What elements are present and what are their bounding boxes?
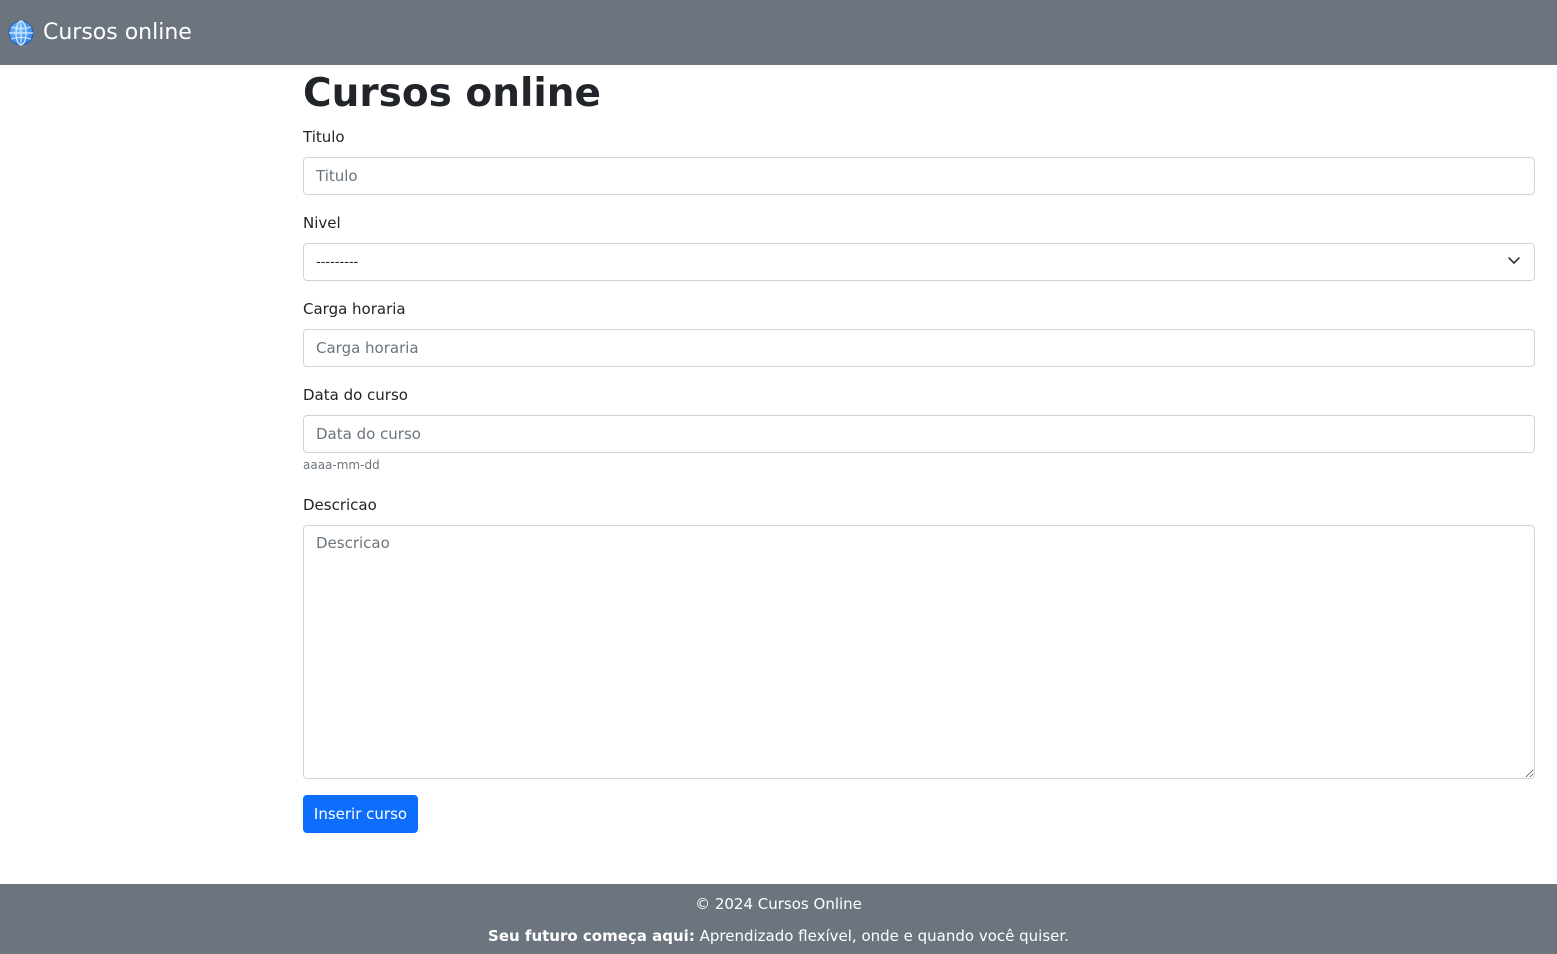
descricao-textarea[interactable] xyxy=(303,525,1535,779)
footer-copyright: © 2024 Cursos Online xyxy=(695,895,862,913)
footer: © 2024 Cursos Online Seu futuro começa a… xyxy=(0,884,1557,954)
footer-tagline-text: Aprendizado flexível, onde e quando você… xyxy=(694,927,1069,945)
brand-text: Cursos online xyxy=(43,20,192,45)
footer-tagline-strong: Seu futuro começa aqui: xyxy=(488,927,695,945)
descricao-label: Descricao xyxy=(303,496,377,514)
data-curso-input[interactable] xyxy=(303,415,1535,453)
inserir-curso-button[interactable]: Inserir curso xyxy=(303,795,418,833)
top-navbar: Cursos online xyxy=(0,0,1557,65)
carga-horaria-label: Carga horaria xyxy=(303,300,406,318)
nivel-selected-value: --------- xyxy=(316,254,359,270)
brand-link[interactable]: Cursos online xyxy=(8,19,192,46)
data-curso-label: Data do curso xyxy=(303,386,408,404)
data-curso-help: aaaa-mm-dd xyxy=(303,458,380,472)
page-title: Cursos online xyxy=(303,71,601,116)
titulo-input[interactable] xyxy=(303,157,1535,195)
globe-icon xyxy=(8,19,34,46)
footer-tagline: Seu futuro começa aqui: Aprendizado flex… xyxy=(0,927,1557,945)
nivel-select[interactable]: --------- xyxy=(303,243,1535,281)
titulo-label: Titulo xyxy=(303,128,345,146)
chevron-down-icon xyxy=(1506,252,1522,272)
carga-horaria-input[interactable] xyxy=(303,329,1535,367)
nivel-label: Nivel xyxy=(303,214,341,232)
